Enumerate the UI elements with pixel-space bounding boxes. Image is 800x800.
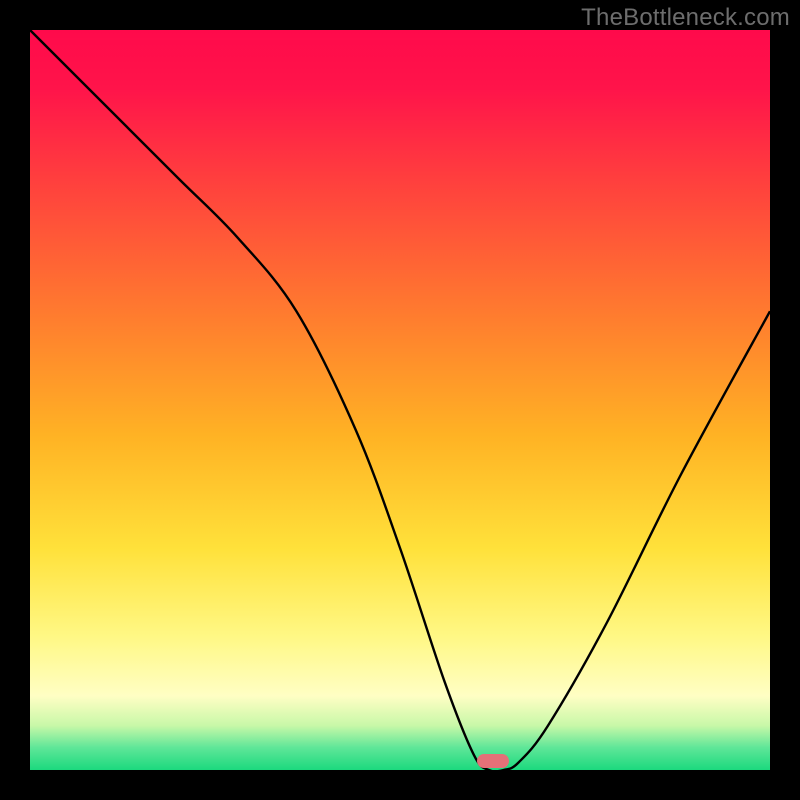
optimal-point-marker: [477, 754, 509, 768]
plot-area: [30, 30, 770, 770]
watermark-text: TheBottleneck.com: [581, 4, 790, 32]
bottleneck-curve: [30, 30, 770, 770]
bottleneck-curve-path: [30, 30, 770, 770]
chart-frame: TheBottleneck.com: [0, 0, 800, 800]
